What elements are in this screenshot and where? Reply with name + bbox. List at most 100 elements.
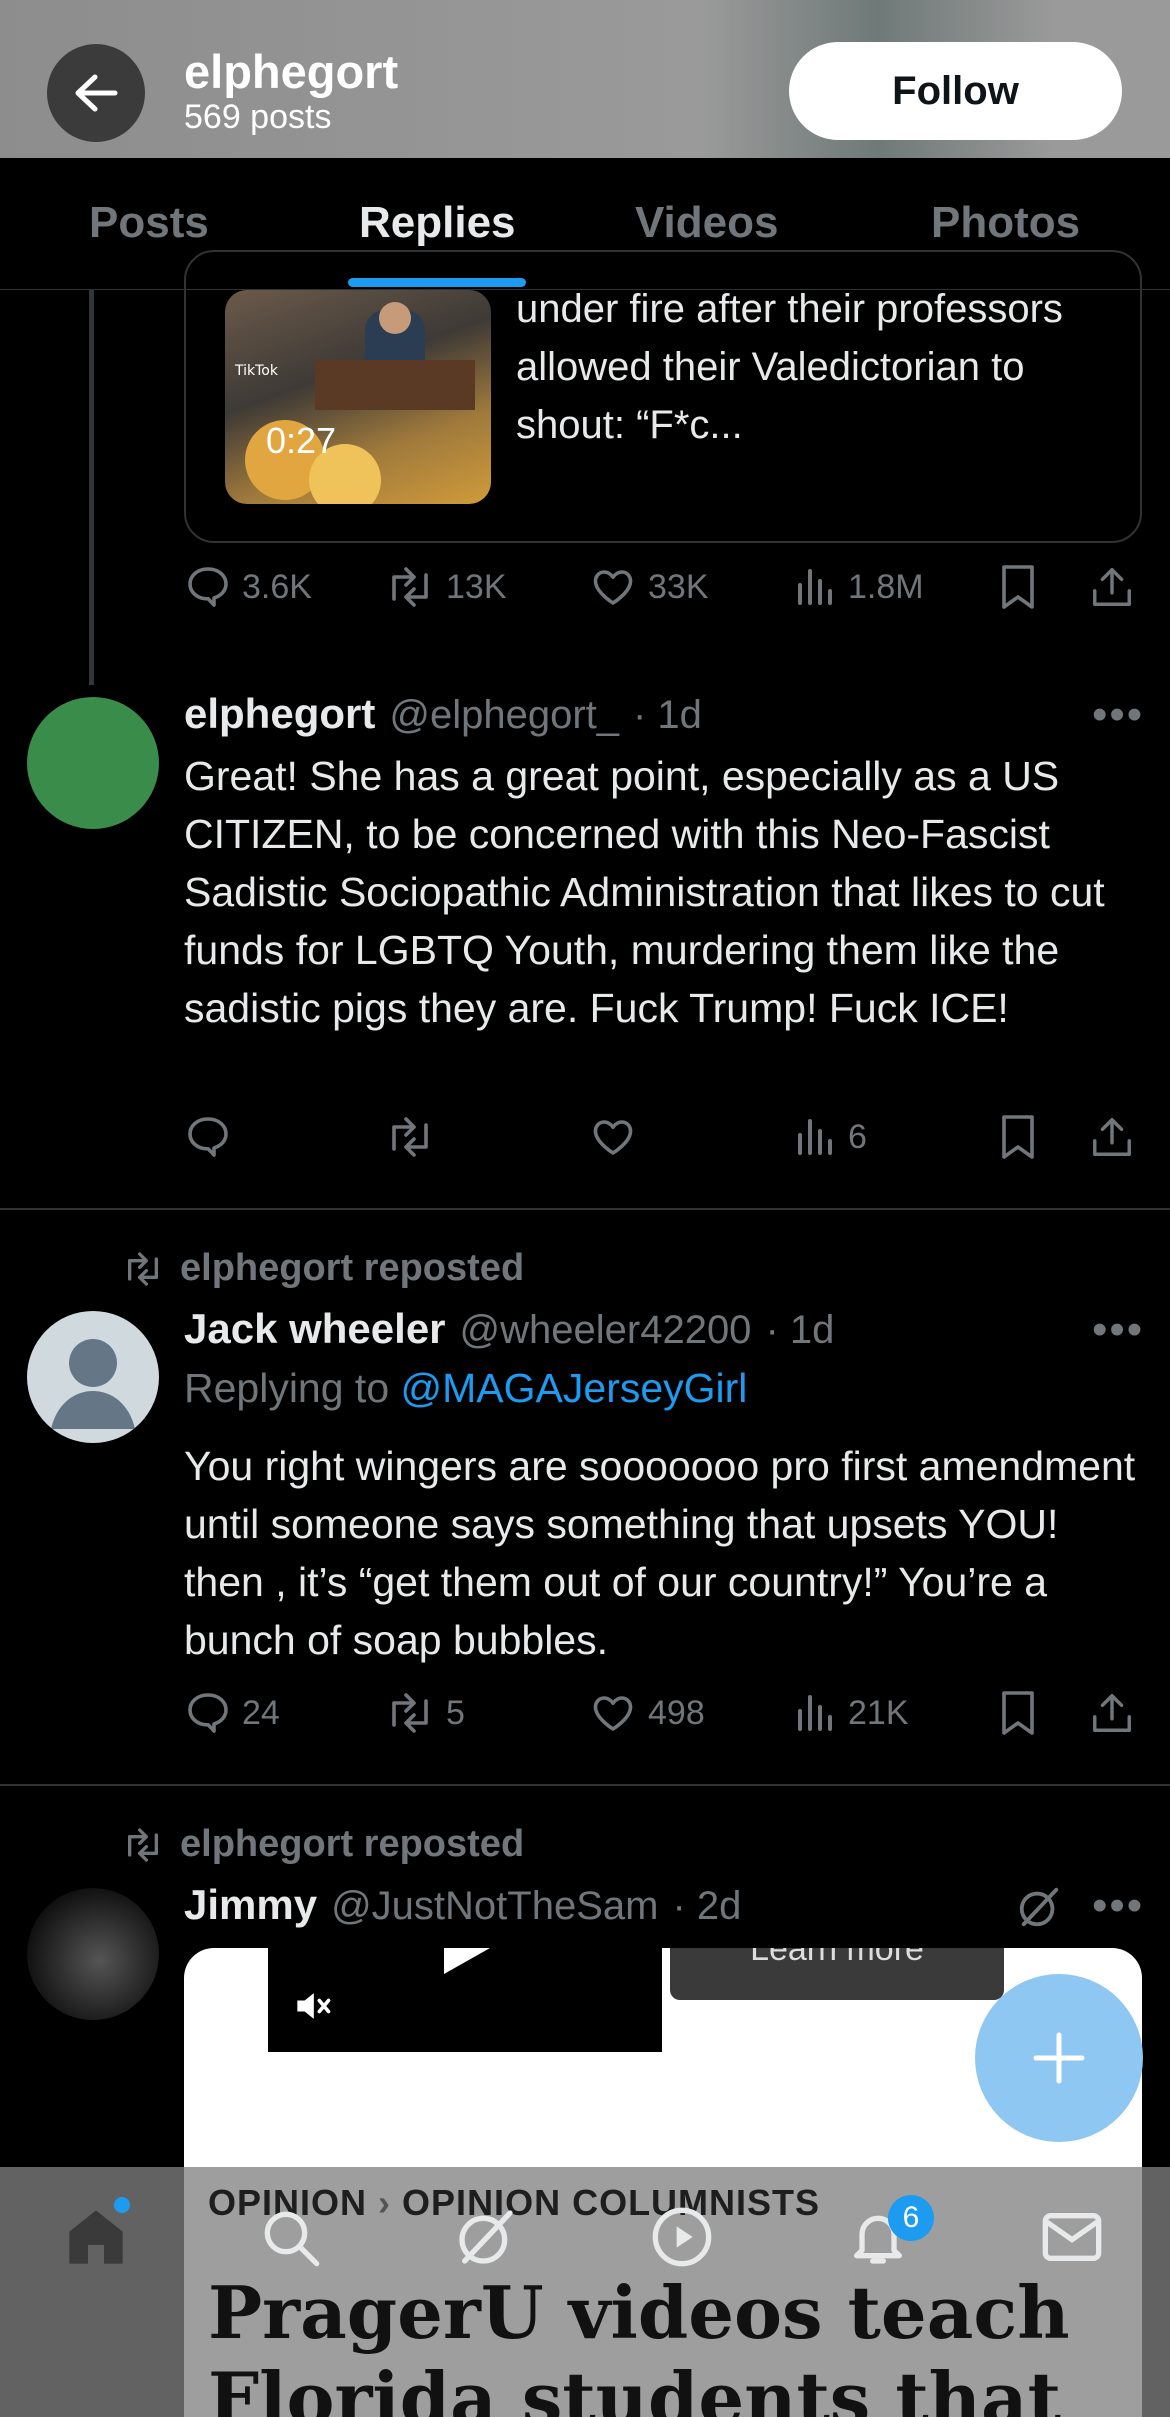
back-button[interactable]: [47, 44, 145, 142]
article-headline: PragerU videos teach Florida students th…: [208, 2270, 1070, 2417]
share-icon: [1093, 1694, 1131, 1732]
share-button[interactable]: [1089, 1689, 1145, 1737]
heart-icon: [593, 570, 633, 605]
mute-icon[interactable]: [290, 1984, 334, 2028]
views-button[interactable]: 6: [794, 1113, 867, 1161]
repost-button[interactable]: 5: [384, 1689, 465, 1737]
post-actions: 6: [184, 1113, 1144, 1173]
author-name[interactable]: Jimmy: [184, 1881, 317, 1929]
reply-button[interactable]: 24: [184, 1689, 280, 1737]
share-icon: [1093, 1118, 1131, 1156]
bookmark-button[interactable]: [998, 563, 1048, 611]
learn-more-button[interactable]: Learn more: [670, 1948, 1004, 2000]
repost-count: 13K: [446, 567, 507, 606]
views-icon: [798, 569, 832, 605]
reply-icon: [188, 1117, 228, 1157]
views-count: 1.8M: [848, 567, 924, 606]
search-icon: [264, 2211, 320, 2267]
avatar[interactable]: [27, 1888, 159, 2020]
post-meta: elphegort @elphegort_ · 1d: [184, 690, 702, 738]
bookmark-icon: [1002, 1115, 1034, 1159]
like-button[interactable]: [588, 1113, 648, 1161]
tab-photos[interactable]: Photos: [931, 198, 1080, 248]
default-avatar-icon: [51, 1339, 135, 1429]
reply-icon: [188, 567, 228, 607]
repost-button[interactable]: 13K: [384, 563, 507, 611]
repost-icon: [127, 1827, 158, 1862]
views-icon: [798, 1119, 832, 1155]
post-time: · 2d: [672, 1884, 742, 1928]
repost-indicator: elphegort reposted: [120, 1823, 524, 1866]
share-button[interactable]: [1089, 1113, 1145, 1161]
reply-button[interactable]: 3.6K: [184, 563, 312, 611]
post-time: · 1d: [633, 693, 702, 737]
nav-search[interactable]: [258, 2205, 322, 2269]
repost-label[interactable]: elphegort reposted: [180, 1823, 524, 1866]
mention-link[interactable]: @MAGAJerseyGirl: [401, 1365, 748, 1411]
nav-home[interactable]: [64, 2205, 128, 2269]
reply-count: 24: [242, 1693, 280, 1732]
repost-indicator: elphegort reposted: [120, 1247, 524, 1290]
arrow-left-icon: [75, 74, 118, 112]
nav-messages[interactable]: [1040, 2207, 1104, 2267]
nav-video[interactable]: [650, 2205, 714, 2269]
like-button[interactable]: 33K: [588, 563, 709, 611]
post-actions: 3.6K 13K 33K 1.8M: [184, 563, 1144, 623]
repost-count: 5: [446, 1693, 465, 1732]
grok-icon[interactable]: [1016, 1884, 1062, 1930]
svg-text:TikTok: TikTok: [234, 363, 279, 379]
follow-button[interactable]: Follow: [789, 42, 1122, 140]
play-icon: [444, 1948, 490, 1974]
nav-grok[interactable]: [454, 2205, 518, 2269]
messages-icon: [1042, 2213, 1102, 2261]
tab-replies[interactable]: Replies: [359, 198, 516, 248]
post-actions: 24 5 498 21K: [184, 1689, 1144, 1749]
bookmark-button[interactable]: [998, 1113, 1048, 1161]
share-button[interactable]: [1089, 563, 1145, 611]
reply-button[interactable]: [184, 1113, 242, 1161]
views-button[interactable]: 21K: [794, 1689, 909, 1737]
more-options-icon[interactable]: •••: [1092, 1881, 1144, 1931]
grok-icon: [459, 2210, 513, 2264]
compose-button[interactable]: [975, 1974, 1143, 2142]
avatar[interactable]: [27, 1311, 159, 1443]
views-button[interactable]: 1.8M: [794, 563, 924, 611]
home-icon: [69, 2210, 123, 2264]
author-name[interactable]: Jack wheeler: [184, 1305, 446, 1353]
profile-name: elphegort: [184, 45, 399, 98]
reply-icon: [188, 1693, 228, 1733]
views-count: 21K: [848, 1693, 909, 1732]
bookmark-button[interactable]: [998, 1689, 1048, 1737]
repost-icon: [392, 1693, 428, 1733]
post-meta: Jack wheeler @wheeler42200 · 1d: [184, 1305, 834, 1353]
quoted-post-text: under fire after their professors allowe…: [516, 287, 1063, 447]
embedded-video[interactable]: [268, 1948, 662, 2052]
tab-posts[interactable]: Posts: [89, 198, 209, 248]
author-name[interactable]: elphegort: [184, 690, 375, 738]
avatar[interactable]: [27, 697, 159, 829]
tab-videos[interactable]: Videos: [635, 198, 778, 248]
notifications-badge: 6: [888, 2195, 934, 2241]
heart-icon: [593, 1120, 633, 1155]
share-icon: [1093, 568, 1131, 606]
author-handle[interactable]: @wheeler42200: [460, 1308, 752, 1353]
author-handle[interactable]: @JustNotTheSam: [331, 1884, 658, 1929]
views-icon: [798, 1695, 832, 1731]
replying-to: Replying to @MAGAJerseyGirl: [184, 1365, 747, 1412]
author-handle[interactable]: @elphegort_: [389, 693, 619, 738]
views-count: 6: [848, 1117, 867, 1156]
more-options-icon[interactable]: •••: [1092, 1305, 1144, 1355]
repost-label[interactable]: elphegort reposted: [180, 1247, 524, 1290]
video-icon: [652, 2207, 712, 2267]
post-time: · 1d: [765, 1308, 835, 1352]
more-options-icon[interactable]: •••: [1092, 690, 1144, 740]
heart-icon: [593, 1696, 633, 1731]
home-unread-dot: [114, 2197, 130, 2213]
video-thumbnail[interactable]: TikTok: [225, 290, 491, 504]
video-duration: 0:27: [266, 420, 337, 461]
like-count: 33K: [648, 567, 709, 606]
like-button[interactable]: 498: [588, 1689, 705, 1737]
post-count: 569 posts: [184, 98, 332, 136]
thread-connector: [89, 290, 94, 685]
repost-button[interactable]: [384, 1113, 446, 1161]
